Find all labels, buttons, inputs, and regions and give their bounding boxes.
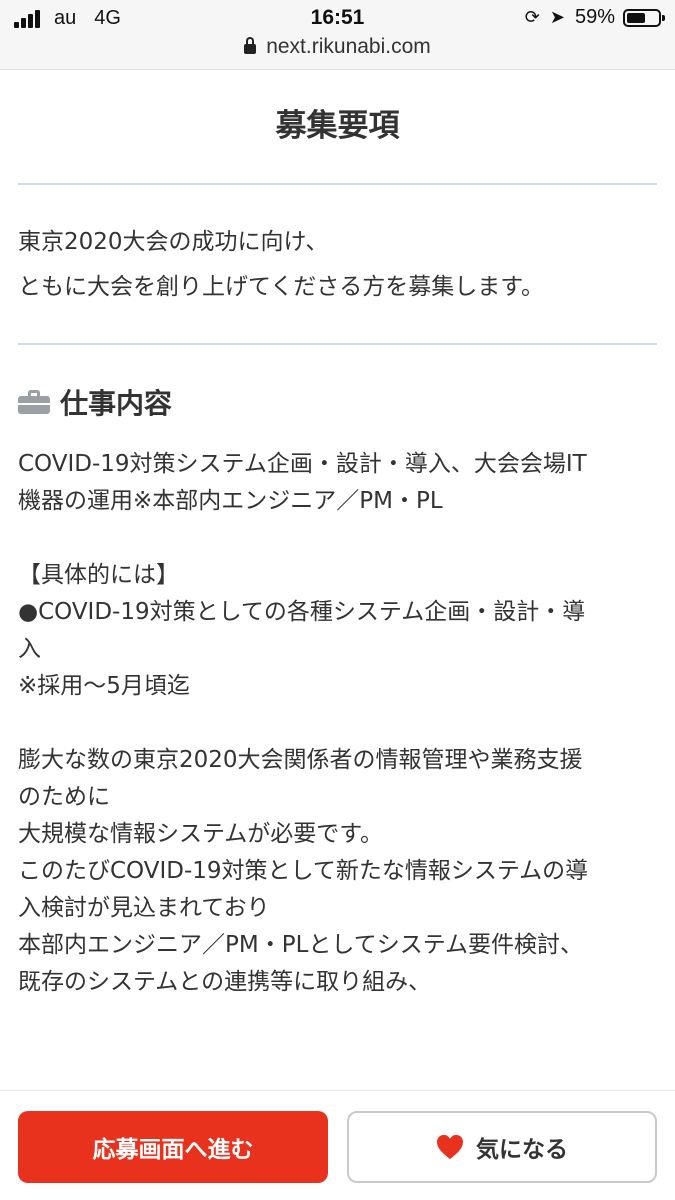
intro-line: 東京2020大会の成功に向け、: [18, 229, 329, 255]
briefcase-icon: [18, 390, 50, 414]
battery-icon: [623, 8, 665, 27]
divider: [18, 343, 657, 345]
location-arrow-icon: ➤: [549, 7, 565, 27]
body-line: ※採用～5月頃迄: [18, 673, 190, 699]
address-bar[interactable]: next.rikunabi.com: [0, 35, 675, 63]
action-bar: 応募画面へ進む 気になる: [0, 1090, 675, 1200]
body-line: ●COVID-19対策としての各種システム企画・設計・導: [18, 599, 586, 625]
body-line: のために: [18, 784, 110, 810]
divider: [18, 183, 657, 185]
body-line: [18, 705, 658, 742]
intro-text: 東京2020大会の成功に向け、 ともに大会を創り上げてくださる方を募集します。: [18, 220, 658, 310]
apply-button[interactable]: 応募画面へ進む: [18, 1111, 328, 1183]
favorite-button-label: 気になる: [476, 1137, 568, 1163]
job-description-text: COVID-19対策システム企画・設計・導入、大会会場IT 機器の運用※本部内エ…: [18, 446, 658, 1001]
body-line: 【具体的には】: [18, 562, 179, 588]
page-content[interactable]: 募集要項 東京2020大会の成功に向け、 ともに大会を創り上げてくださる方を募集…: [0, 70, 675, 1090]
favorite-button[interactable]: 気になる: [347, 1111, 657, 1183]
intro-line: ともに大会を創り上げてくださる方を募集します。: [18, 274, 545, 300]
body-line: このたびCOVID-19対策として新たな情報システムの導: [18, 858, 589, 884]
apply-button-label: 応募画面へ進む: [92, 1137, 254, 1163]
heart-icon: [437, 1134, 463, 1160]
battery-fill: [627, 12, 645, 23]
body-line: 既存のシステムとの連携等に取り組み、: [18, 969, 432, 995]
body-line: [18, 520, 658, 557]
section-title: 仕事内容: [60, 387, 173, 420]
body-line: 入: [18, 636, 41, 662]
body-line: COVID-19対策システム企画・設計・導入、大会会場IT: [18, 451, 587, 477]
body-line: 機器の運用※本部内エンジニア／PM・PL: [18, 488, 443, 514]
body-line: 膨大な数の東京2020大会関係者の情報管理や業務支援: [18, 747, 583, 773]
body-line: 本部内エンジニア／PM・PLとしてシステム要件検討、: [18, 932, 584, 958]
url-text: next.rikunabi.com: [266, 35, 431, 58]
body-line: 入検討が見込まれており: [18, 895, 270, 921]
browser-chrome: au 4G 16:51 ⟳ ➤ 59% next.rikunabi.com: [0, 0, 675, 70]
body-line: 大規模な情報システムが必要です。: [18, 821, 384, 847]
lock-icon: [244, 37, 257, 54]
battery-percent: 59%: [574, 6, 615, 28]
status-bar: au 4G 16:51 ⟳ ➤ 59%: [0, 0, 675, 36]
rotation-lock-icon: ⟳: [524, 7, 540, 27]
page-title: 募集要項: [275, 108, 400, 144]
section-heading-job-description: 仕事内容: [18, 382, 172, 422]
